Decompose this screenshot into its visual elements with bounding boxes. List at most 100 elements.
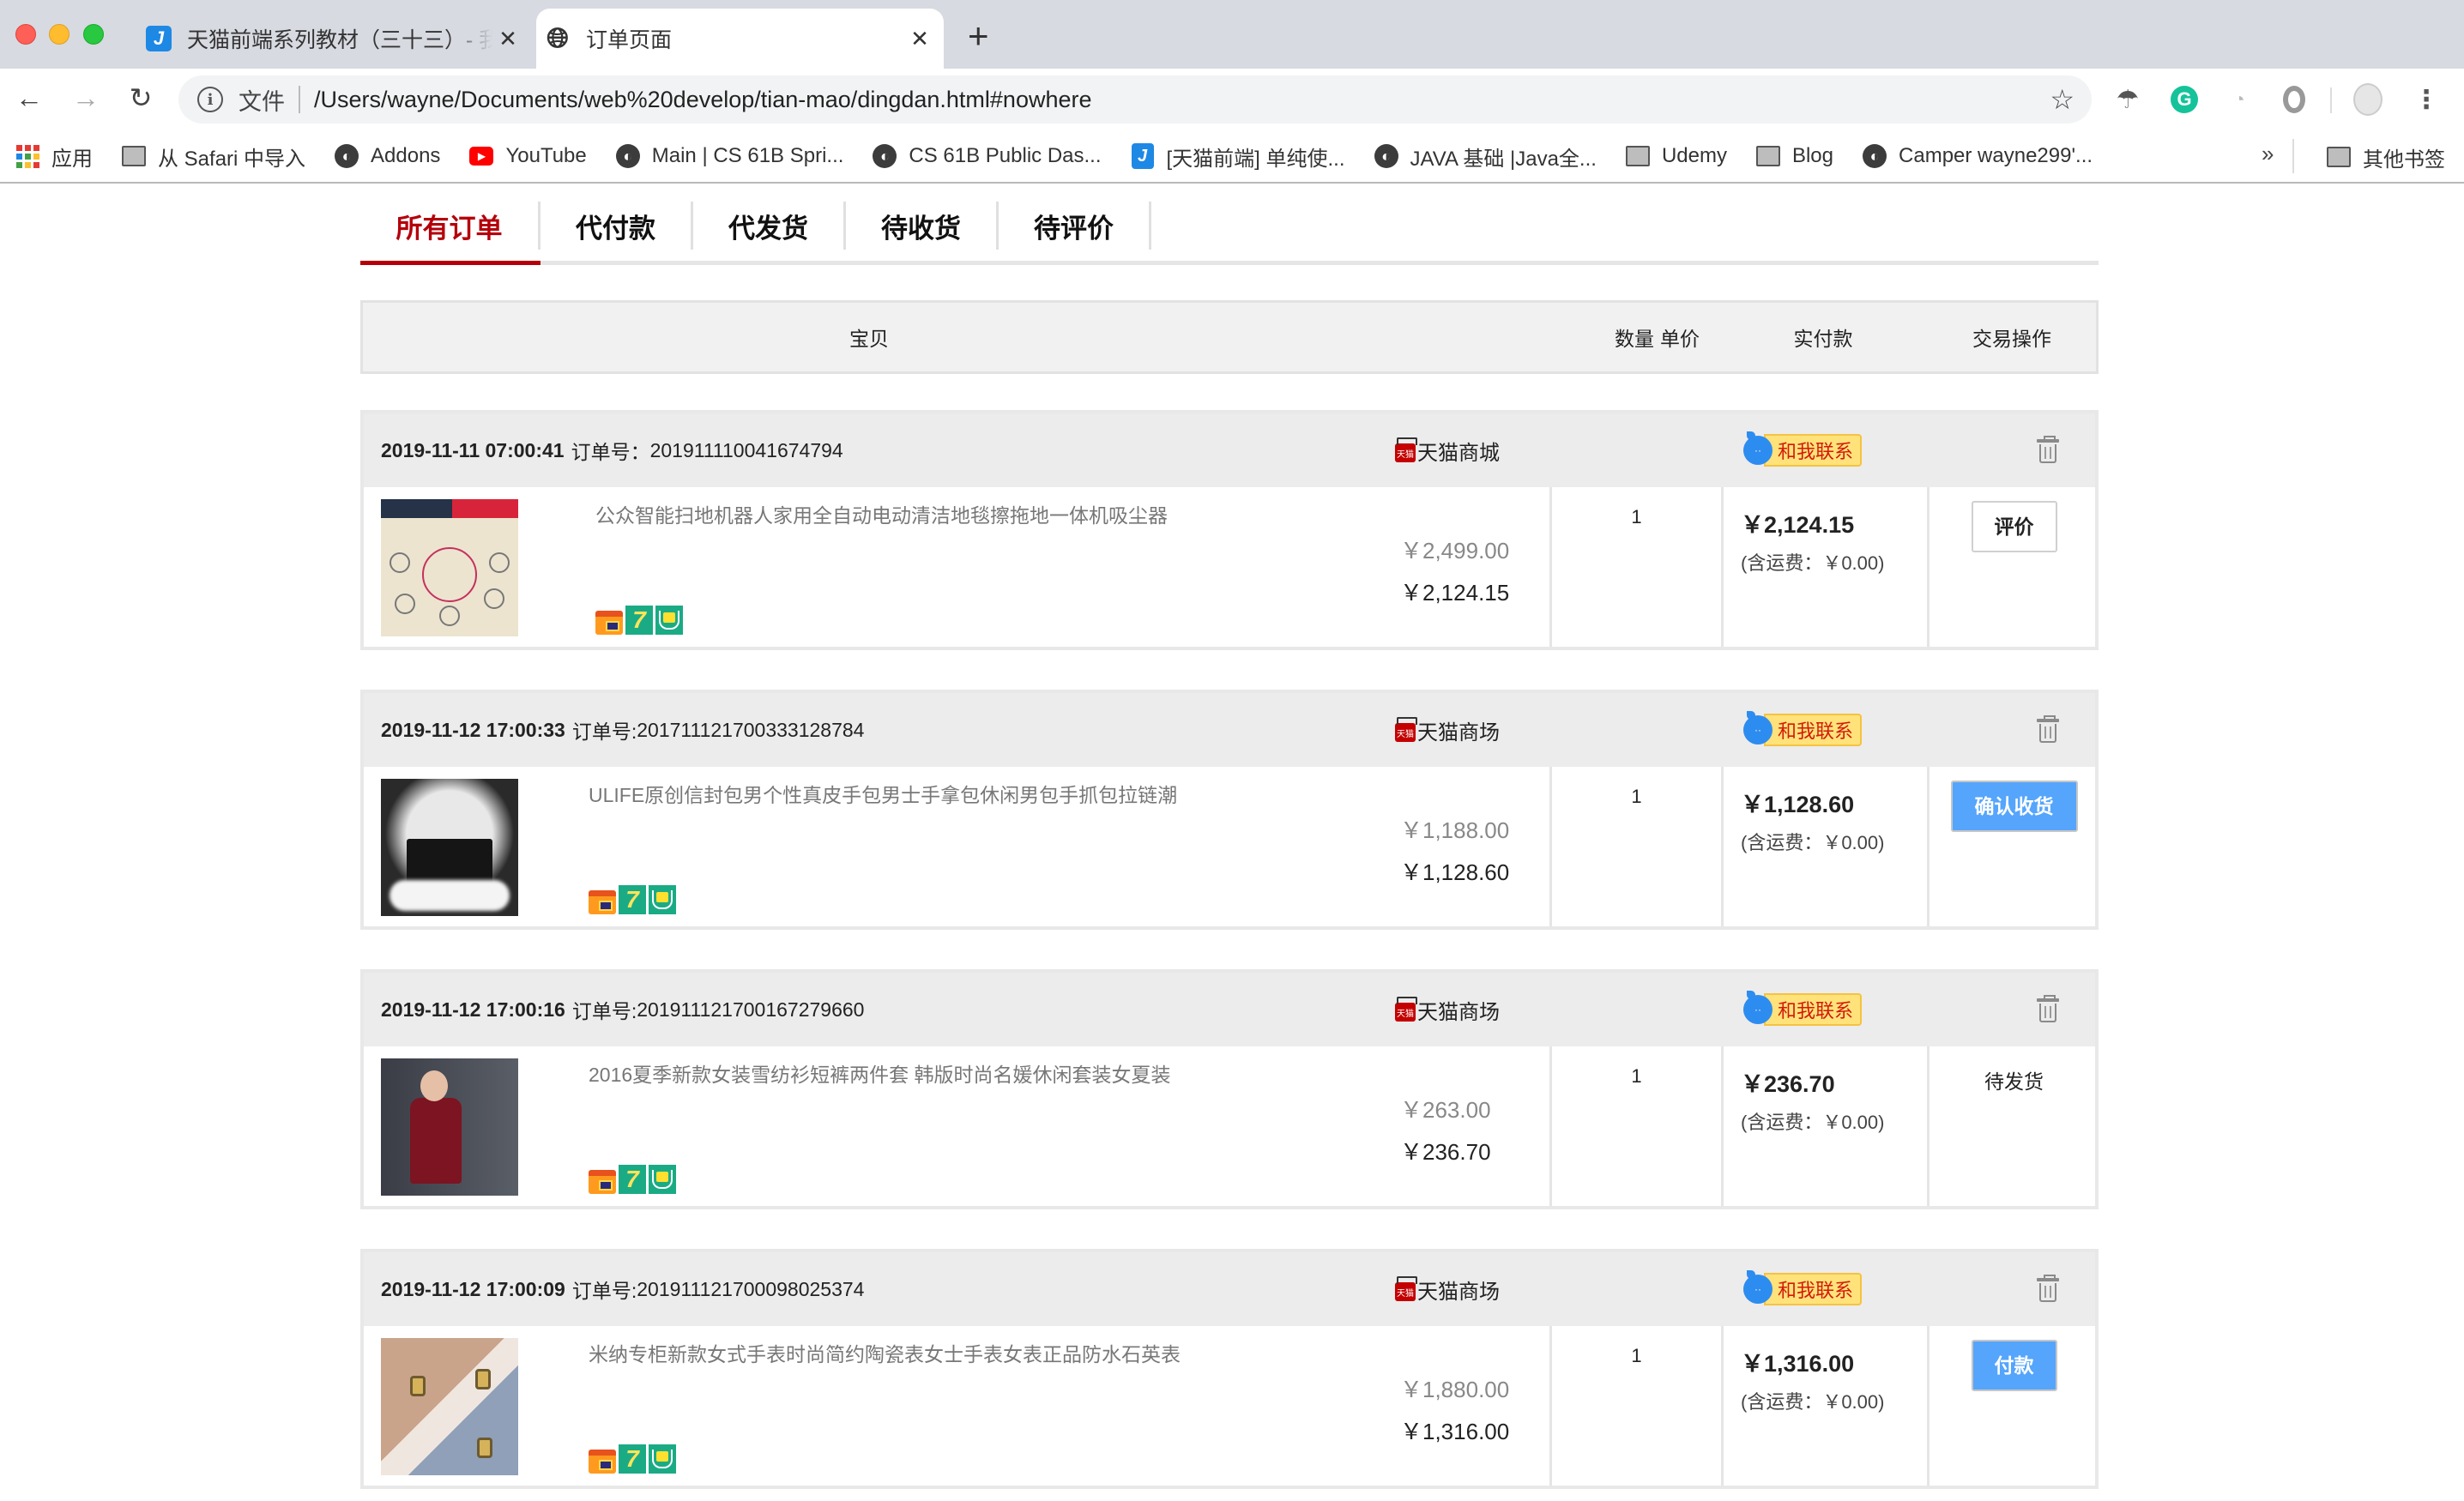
ring-icon[interactable]: [2277, 82, 2311, 117]
browser-tab-tutorial[interactable]: J 天猫前端系列教材（三十三）- 我 ✕: [137, 9, 532, 69]
contact-seller-button[interactable]: ·· 和我联系: [1743, 991, 1863, 1026]
contact-label: 和我联系: [1764, 714, 1863, 746]
tab-pending-payment[interactable]: 代付款: [541, 202, 693, 250]
shop-link[interactable]: 天猫 天猫商场: [1395, 693, 1500, 767]
product-image[interactable]: [381, 499, 518, 636]
product-image[interactable]: [381, 1338, 518, 1475]
bookmark-java-basics[interactable]: ◐ JAVA 基础 |Java全...: [1374, 142, 1597, 172]
trash-icon[interactable]: [2037, 436, 2059, 463]
grammarly-icon[interactable]: G: [2167, 82, 2201, 117]
bookmark-star-icon[interactable]: ☆: [2050, 83, 2074, 116]
bookmark-youtube[interactable]: ▶ YouTube: [469, 144, 587, 168]
tab-close-icon[interactable]: ✕: [904, 26, 935, 52]
pay-button[interactable]: 付款: [1971, 1340, 2057, 1391]
tab-pending-receipt[interactable]: 待收货: [846, 202, 999, 250]
contact-seller-button[interactable]: ·· 和我联系: [1743, 1270, 1863, 1305]
bookmark-apps[interactable]: 应用: [15, 142, 93, 172]
window-close-button[interactable]: [15, 24, 36, 45]
shop-link[interactable]: 天猫 天猫商场: [1395, 1252, 1500, 1326]
chrome-menu-icon[interactable]: ⋮: [2409, 82, 2443, 117]
order-number-label: 订单号:: [571, 1000, 637, 1022]
shop-name: 天猫商场: [1417, 1000, 1500, 1024]
bookmark-safari-import[interactable]: 从 Safari 中导入: [122, 142, 305, 172]
unit-price: ￥2,499.00 ￥2,124.15: [1400, 533, 1509, 607]
bookmark-udemy[interactable]: Udemy: [1625, 144, 1727, 168]
bookmark-camper[interactable]: ◐ Camper wayne299'...: [1863, 144, 2093, 168]
chat-bubble-icon: ··: [1743, 1270, 1773, 1304]
shop-link[interactable]: 天猫 天猫商城: [1395, 413, 1500, 487]
tab-title: 天猫前端系列教材（三十三）- 我: [187, 28, 492, 52]
column-header-paid: 实付款: [1793, 328, 1853, 350]
bookmark-label: 从 Safari 中导入: [158, 147, 306, 171]
review-button[interactable]: 评价: [1971, 501, 2057, 552]
window-zoom-button[interactable]: [83, 24, 104, 45]
order-number: 201911121700167279660: [637, 998, 865, 1021]
order-item-row: 公众智能扫地机器人家用全自动电动清洁地毯擦拖地一体机吸尘器 7 ￥2,499.0…: [364, 487, 2095, 647]
service-icons: 7: [589, 1165, 676, 1194]
youtube-icon: ▶: [469, 144, 494, 168]
browser-tab-order-page[interactable]: 🌐︎ 订单页面 ✕: [536, 9, 944, 69]
globe-icon: ◐: [1374, 144, 1398, 168]
tab-close-icon[interactable]: ✕: [492, 26, 523, 52]
order-header: 2019-11-12 17:00:09 订单号: 201911121700098…: [364, 1252, 2095, 1326]
contact-seller-button[interactable]: ·· 和我联系: [1743, 711, 1863, 746]
tab-pending-shipment[interactable]: 代发货: [693, 202, 846, 250]
order-number-label: 订单号:: [571, 720, 637, 743]
order-status-tabs: 所有订单 代付款 代发货 待收货 待评价: [360, 193, 2099, 265]
bookmark-label: JAVA 基础 |Java全...: [1410, 147, 1597, 171]
bookmark-label: Addons: [371, 144, 441, 167]
product-title[interactable]: ULIFE原创信封包男个性真皮手包男士手拿包休闲男包手抓包拉链潮: [589, 779, 1177, 808]
bookmark-other[interactable]: 其他书签: [2327, 130, 2445, 184]
bookmark-addons[interactable]: ◐ Addons: [335, 144, 440, 168]
bookmark-tmall-frontend[interactable]: J [天猫前端] 单纯使...: [1131, 142, 1345, 172]
bookmark-cs61b-main[interactable]: ◐ Main | CS 61B Spri...: [615, 144, 843, 168]
address-bar[interactable]: i 文件 /Users/wayne/Documents/web%20develo…: [178, 75, 2092, 124]
browser-tab-strip: J 天猫前端系列教材（三十三）- 我 ✕ 🌐︎ 订单页面 ✕ +: [0, 0, 2464, 69]
info-icon[interactable]: i: [197, 87, 223, 112]
new-tab-button[interactable]: +: [968, 15, 989, 57]
unit-price: ￥1,188.00 ￥1,128.60: [1400, 813, 1509, 887]
parachute-icon[interactable]: ☂: [2111, 82, 2145, 117]
bookmark-label: 应用: [51, 147, 93, 171]
product-image[interactable]: [381, 1058, 518, 1196]
back-button[interactable]: ←: [10, 79, 48, 117]
seven-day-return-icon: 7: [619, 1444, 646, 1474]
operation-cell: 付款: [1927, 1326, 2099, 1486]
order-number: 201911121700098025374: [637, 1277, 865, 1300]
speed-icon[interactable]: ◔: [2222, 82, 2256, 117]
bookmark-label: Udemy: [1661, 144, 1727, 167]
paid-cell: ￥1,128.60 (含运费：￥0.00): [1721, 767, 1927, 926]
window-minimize-button[interactable]: [49, 24, 69, 45]
tab-pending-review[interactable]: 待评价: [999, 202, 1151, 250]
trash-icon[interactable]: [2037, 995, 2059, 1022]
paid-amount: ￥1,128.60: [1741, 792, 1855, 817]
confirm-receipt-button[interactable]: 确认收货: [1950, 781, 2078, 832]
reload-button[interactable]: ↻: [122, 79, 160, 117]
trash-icon[interactable]: [2037, 1275, 2059, 1302]
forward-button[interactable]: →: [67, 79, 105, 117]
shop-name: 天猫商场: [1417, 720, 1500, 744]
operation-cell: 待发货: [1927, 1046, 2099, 1206]
product-title[interactable]: 2016夏季新款女装雪纺衫短裤两件套 韩版时尚名媛休闲套装女夏装: [589, 1058, 1171, 1088]
trash-icon[interactable]: [2037, 715, 2059, 743]
credit-card-icon: [589, 1170, 616, 1194]
profile-avatar[interactable]: [2351, 82, 2385, 117]
shop-link[interactable]: 天猫 天猫商场: [1395, 973, 1500, 1046]
product-title[interactable]: 米纳专柜新款女式手表时尚简约陶瓷表女士手表女表正品防水石英表: [589, 1338, 1181, 1367]
divider: [299, 86, 300, 113]
order-header: 2019-11-11 07:00:41 订单号： 201911110041674…: [364, 413, 2095, 487]
bookmark-cs61b-dashboard[interactable]: ◐ CS 61B Public Das...: [873, 144, 1102, 168]
product-title[interactable]: 公众智能扫地机器人家用全自动电动清洁地毯擦拖地一体机吸尘器: [595, 499, 1168, 528]
product-image[interactable]: [381, 779, 518, 916]
tab-all-orders[interactable]: 所有订单: [360, 202, 541, 250]
url-text[interactable]: /Users/wayne/Documents/web%20develop/tia…: [314, 87, 2050, 113]
bookmarks-overflow-button[interactable]: »: [2262, 141, 2274, 167]
shopping-bag-icon: [655, 606, 683, 635]
order-header: 2019-11-12 17:00:16 订单号: 201911121700167…: [364, 973, 2095, 1046]
shopping-bag-icon: [649, 1444, 676, 1474]
tmall-icon: 天猫: [1395, 1276, 1417, 1301]
paid-amount: ￥236.70: [1741, 1071, 1835, 1097]
divider: [2292, 139, 2294, 173]
contact-seller-button[interactable]: ·· 和我联系: [1743, 431, 1863, 467]
bookmark-blog[interactable]: Blog: [1755, 144, 1833, 168]
